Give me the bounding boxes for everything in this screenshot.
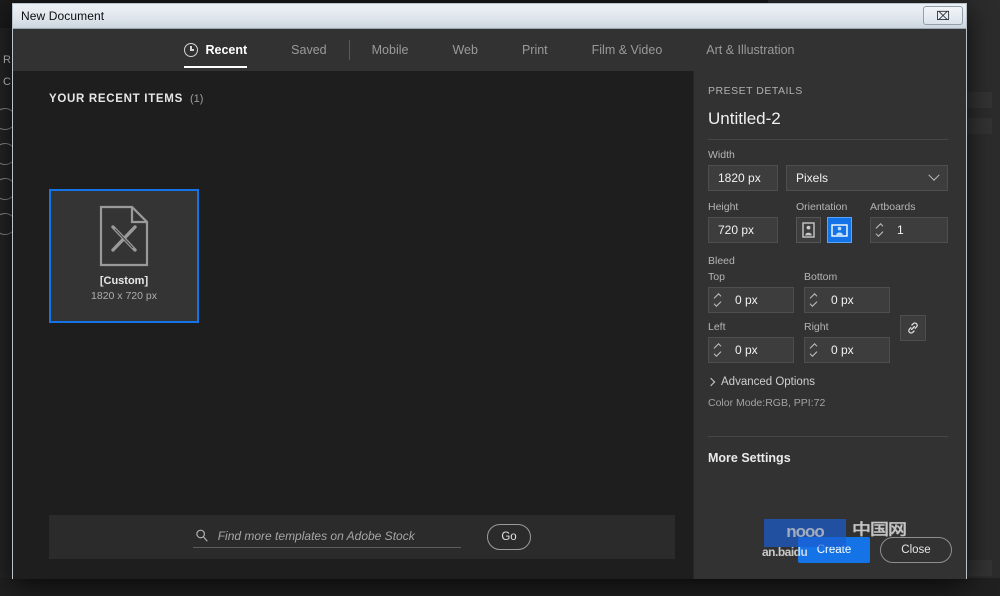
bleed-bottom-stepper[interactable] (804, 287, 822, 313)
recent-items-heading: YOUR RECENT ITEMS (49, 93, 183, 105)
artboards-label: Artboards (870, 201, 948, 213)
window-close-icon[interactable]: ⌧ (923, 6, 963, 25)
adobe-stock-search-bar: Go (49, 515, 675, 559)
search-icon (195, 528, 209, 543)
tab-print[interactable]: Print (500, 29, 570, 71)
height-input[interactable]: 720 px (708, 217, 778, 243)
advanced-options-toggle[interactable]: Advanced Options (708, 376, 948, 388)
window-close-glyph: ⌧ (936, 9, 950, 23)
stock-go-button[interactable]: Go (487, 524, 531, 550)
recent-item-name: [Custom] (100, 275, 148, 287)
tab-mobile[interactable]: Mobile (350, 29, 431, 71)
stock-search-field[interactable] (193, 526, 461, 548)
chevron-right-icon (707, 378, 715, 386)
bleed-right-label: Right (804, 321, 890, 333)
artboards-input[interactable]: 1 (888, 217, 948, 243)
portrait-icon (802, 222, 815, 238)
tab-saved-label: Saved (291, 43, 326, 57)
bleed-top-label: Top (708, 271, 794, 283)
tab-recent[interactable]: Recent (162, 29, 269, 71)
templates-pane: YOUR RECENT ITEMS (1) [Custom] 1820 x 72… (13, 71, 693, 579)
bleed-top-stepper[interactable] (708, 287, 726, 313)
color-mode-info: Color Mode:RGB, PPI:72 (708, 397, 948, 409)
more-settings-button[interactable]: More Settings (708, 451, 948, 465)
advanced-options-label: Advanced Options (721, 376, 815, 388)
taskbar (0, 578, 1000, 596)
recent-item-dimensions: 1820 x 720 px (91, 290, 157, 302)
background-letter-r: R (3, 54, 11, 66)
orientation-landscape-button[interactable] (827, 217, 852, 243)
close-button[interactable]: Close (880, 537, 952, 563)
width-input[interactable]: 1820 px (708, 165, 778, 191)
bleed-left-label: Left (708, 321, 794, 333)
new-document-dialog: New Document ⌧ Recent Saved Mobile Web P… (12, 3, 967, 579)
orientation-portrait-button[interactable] (796, 217, 821, 243)
tab-web[interactable]: Web (430, 29, 499, 71)
orientation-label: Orientation (796, 201, 852, 213)
recent-items-header: YOUR RECENT ITEMS (1) (49, 93, 693, 105)
dialog-title: New Document (21, 9, 104, 23)
bleed-left-stepper[interactable] (708, 337, 726, 363)
bleed-label: Bleed (708, 255, 948, 267)
tab-active-underline (184, 66, 247, 69)
tab-print-label: Print (522, 43, 548, 57)
units-dropdown[interactable]: Pixels (786, 165, 948, 191)
preset-name-input[interactable]: Untitled-2 (708, 109, 948, 140)
tab-film-and-video-label: Film & Video (592, 43, 663, 57)
width-label: Width (708, 149, 948, 161)
dialog-titlebar[interactable]: New Document ⌧ (13, 4, 966, 29)
landscape-icon (831, 224, 848, 237)
bleed-left-input[interactable]: 0 px (726, 337, 794, 363)
bleed-top-input[interactable]: 0 px (726, 287, 794, 313)
bleed-link-button[interactable] (900, 315, 926, 341)
dialog-body: YOUR RECENT ITEMS (1) [Custom] 1820 x 72… (13, 71, 966, 579)
chevron-down-icon (928, 170, 939, 181)
background-letter-c: C (3, 76, 11, 88)
units-value: Pixels (796, 171, 828, 185)
tab-art-and-illustration-label: Art & Illustration (706, 43, 794, 57)
tab-recent-label: Recent (205, 43, 247, 57)
more-settings-divider (708, 436, 948, 437)
category-tab-bar: Recent Saved Mobile Web Print Film & Vid… (13, 29, 966, 71)
tab-web-label: Web (452, 43, 477, 57)
bleed-bottom-label: Bottom (804, 271, 890, 283)
recent-item-card[interactable]: [Custom] 1820 x 720 px (49, 189, 199, 323)
stock-search-input[interactable] (218, 529, 459, 543)
create-button[interactable]: Create (798, 537, 870, 563)
height-label: Height (708, 201, 778, 213)
custom-document-icon (99, 205, 149, 267)
tab-film-and-video[interactable]: Film & Video (570, 29, 685, 71)
preset-details-label: PRESET DETAILS (708, 85, 948, 97)
recent-items-count: (1) (190, 93, 203, 105)
tab-mobile-label: Mobile (372, 43, 409, 57)
bleed-bottom-input[interactable]: 0 px (822, 287, 890, 313)
artboards-stepper[interactable] (870, 217, 888, 243)
clock-icon (184, 43, 198, 57)
tab-art-and-illustration[interactable]: Art & Illustration (684, 29, 816, 71)
link-chain-icon (906, 321, 920, 335)
tab-saved[interactable]: Saved (269, 29, 348, 71)
dialog-footer: Create Close (798, 537, 952, 563)
preset-details-pane: PRESET DETAILS Untitled-2 Width 1820 px … (693, 71, 966, 579)
bleed-right-input[interactable]: 0 px (822, 337, 890, 363)
bleed-right-stepper[interactable] (804, 337, 822, 363)
